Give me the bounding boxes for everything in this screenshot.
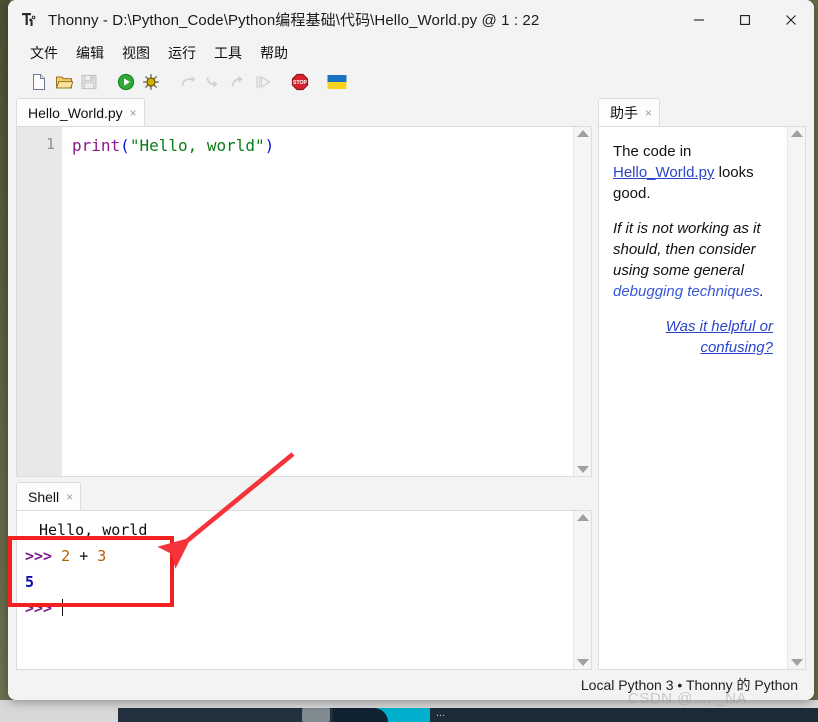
menu-help[interactable]: 帮助: [252, 41, 296, 65]
resume-icon: [250, 69, 275, 95]
thonny-app-icon: [18, 9, 40, 31]
shell-text-area[interactable]: Hello, world >>> 2 + 3 5 >>>: [17, 511, 573, 669]
editor-notebook: Hello_World.py × 1 print("Hello, world"): [16, 98, 592, 477]
menu-run[interactable]: 运行: [160, 41, 204, 65]
shell-page: Hello, world >>> 2 + 3 5 >>>: [16, 510, 592, 670]
shell-tab-strip: Shell ×: [16, 482, 592, 510]
scroll-down-arrow-icon[interactable]: [790, 659, 803, 666]
line-number: 1: [45, 135, 55, 153]
shell-result-line: 5: [25, 569, 573, 595]
background-window-thumb-b: [302, 708, 330, 722]
editor-tab-hello-world[interactable]: Hello_World.py ×: [16, 98, 145, 126]
assistant-debugging-link[interactable]: debugging techniques: [613, 283, 760, 300]
shell-tab-label: Shell: [28, 488, 60, 505]
background-window-label: ...: [436, 707, 446, 719]
menu-view[interactable]: 视图: [114, 41, 158, 65]
shell-prompt-icon-active: >>>: [25, 599, 53, 617]
window-body: Hello_World.py × 1 print("Hello, world"): [8, 98, 814, 670]
open-folder-icon[interactable]: [51, 69, 76, 95]
assistant-p2-before: If it is not working as it should, then …: [613, 220, 761, 279]
assistant-tab-close-icon[interactable]: ×: [645, 107, 652, 119]
shell-operator: +: [79, 547, 89, 565]
assistant-file-link[interactable]: Hello_World.py: [613, 164, 714, 181]
assistant-tab-strip: 助手 ×: [598, 98, 806, 126]
status-bar: Local Python 3 • Thonny 的 Python: [8, 670, 814, 700]
scroll-up-arrow-icon[interactable]: [790, 130, 803, 137]
assistant-message-body: The code in Hello_World.py looks good. I…: [599, 127, 787, 669]
assistant-column: 助手 × The code in Hello_World.py looks go…: [598, 98, 806, 670]
svg-text:STOP: STOP: [292, 80, 307, 86]
screen: ... Thonny - D:\Python_Code\Python编程基础\代…: [0, 0, 818, 722]
shell-output-line: Hello, world: [39, 521, 148, 539]
scroll-down-arrow-icon[interactable]: [576, 466, 589, 473]
assistant-tab[interactable]: 助手 ×: [598, 98, 661, 126]
shell-tab[interactable]: Shell ×: [16, 482, 82, 510]
menu-bar: 文件 编辑 视图 运行 工具 帮助: [8, 40, 814, 66]
menu-edit[interactable]: 编辑: [68, 41, 112, 65]
window-title: Thonny - D:\Python_Code\Python编程基础\代码\He…: [48, 12, 540, 29]
code-token-string: "Hello, world": [129, 136, 265, 155]
stop-icon[interactable]: STOP: [287, 69, 312, 95]
shell-active-prompt-line[interactable]: >>>: [25, 595, 573, 621]
shell-notebook: Shell × Hello, world >>> 2 + 3 5 >>>: [16, 482, 592, 670]
assistant-p1-before: The code in: [613, 143, 692, 160]
editor-line-number-gutter: 1: [17, 127, 62, 476]
background-window-thumb-a: [118, 708, 333, 722]
step-over-icon: [175, 69, 200, 95]
background-window-thumb-c: [333, 708, 430, 722]
scroll-up-arrow-icon[interactable]: [576, 514, 589, 521]
ukraine-flag-icon[interactable]: [324, 69, 349, 95]
assistant-paragraph-1: The code in Hello_World.py looks good.: [613, 141, 775, 204]
close-button[interactable]: [768, 0, 814, 39]
editor-tab-label: Hello_World.py: [28, 104, 123, 121]
assistant-vertical-scrollbar[interactable]: [787, 127, 805, 669]
step-out-icon: [225, 69, 250, 95]
title-bar: Thonny - D:\Python_Code\Python编程基础\代码\He…: [8, 0, 814, 40]
code-token-close-paren: ): [264, 136, 275, 155]
new-file-icon[interactable]: [26, 69, 51, 95]
window-controls: [676, 0, 814, 39]
scroll-down-arrow-icon[interactable]: [576, 659, 589, 666]
step-into-icon: [200, 69, 225, 95]
shell-operand-a: 2: [61, 547, 71, 565]
editor-tab-close-icon[interactable]: ×: [130, 107, 137, 119]
minimize-button[interactable]: [676, 0, 722, 39]
assistant-p2-after: .: [759, 283, 764, 300]
assistant-tab-label: 助手: [610, 104, 638, 121]
status-bar-interpreter[interactable]: Local Python 3 • Thonny 的 Python: [581, 675, 798, 695]
shell-prompt-icon: >>>: [25, 547, 53, 565]
code-editor-text[interactable]: print("Hello, world"): [62, 127, 573, 476]
shell-text-caret: [62, 599, 64, 616]
editor-vertical-scrollbar[interactable]: [573, 127, 591, 476]
run-icon[interactable]: [113, 69, 138, 95]
assistant-page: The code in Hello_World.py looks good. I…: [598, 126, 806, 670]
scroll-up-arrow-icon[interactable]: [576, 130, 589, 137]
assistant-paragraph-2: If it is not working as it should, then …: [613, 218, 775, 302]
shell-vertical-scrollbar[interactable]: [573, 511, 591, 669]
shell-input-line: >>> 2 + 3: [25, 543, 573, 569]
debug-icon[interactable]: [138, 69, 163, 95]
left-column: Hello_World.py × 1 print("Hello, world"): [16, 98, 592, 670]
code-token-function: print: [72, 136, 121, 155]
editor-page: 1 print("Hello, world"): [16, 126, 592, 477]
thonny-main-window: Thonny - D:\Python_Code\Python编程基础\代码\He…: [8, 0, 814, 700]
shell-operand-b: 3: [97, 547, 107, 565]
shell-tab-close-icon[interactable]: ×: [66, 491, 73, 503]
editor-tab-strip: Hello_World.py ×: [16, 98, 592, 126]
code-token-open-paren: (: [120, 136, 130, 155]
toolbar: STOP: [8, 66, 814, 98]
assistant-notebook: 助手 × The code in Hello_World.py looks go…: [598, 98, 806, 670]
maximize-button[interactable]: [722, 0, 768, 39]
shell-result-value: 5: [25, 573, 35, 591]
assistant-feedback-link[interactable]: Was it helpful or confusing?: [613, 316, 775, 358]
save-file-icon: [76, 69, 101, 95]
menu-file[interactable]: 文件: [22, 41, 66, 65]
menu-tools[interactable]: 工具: [206, 41, 250, 65]
